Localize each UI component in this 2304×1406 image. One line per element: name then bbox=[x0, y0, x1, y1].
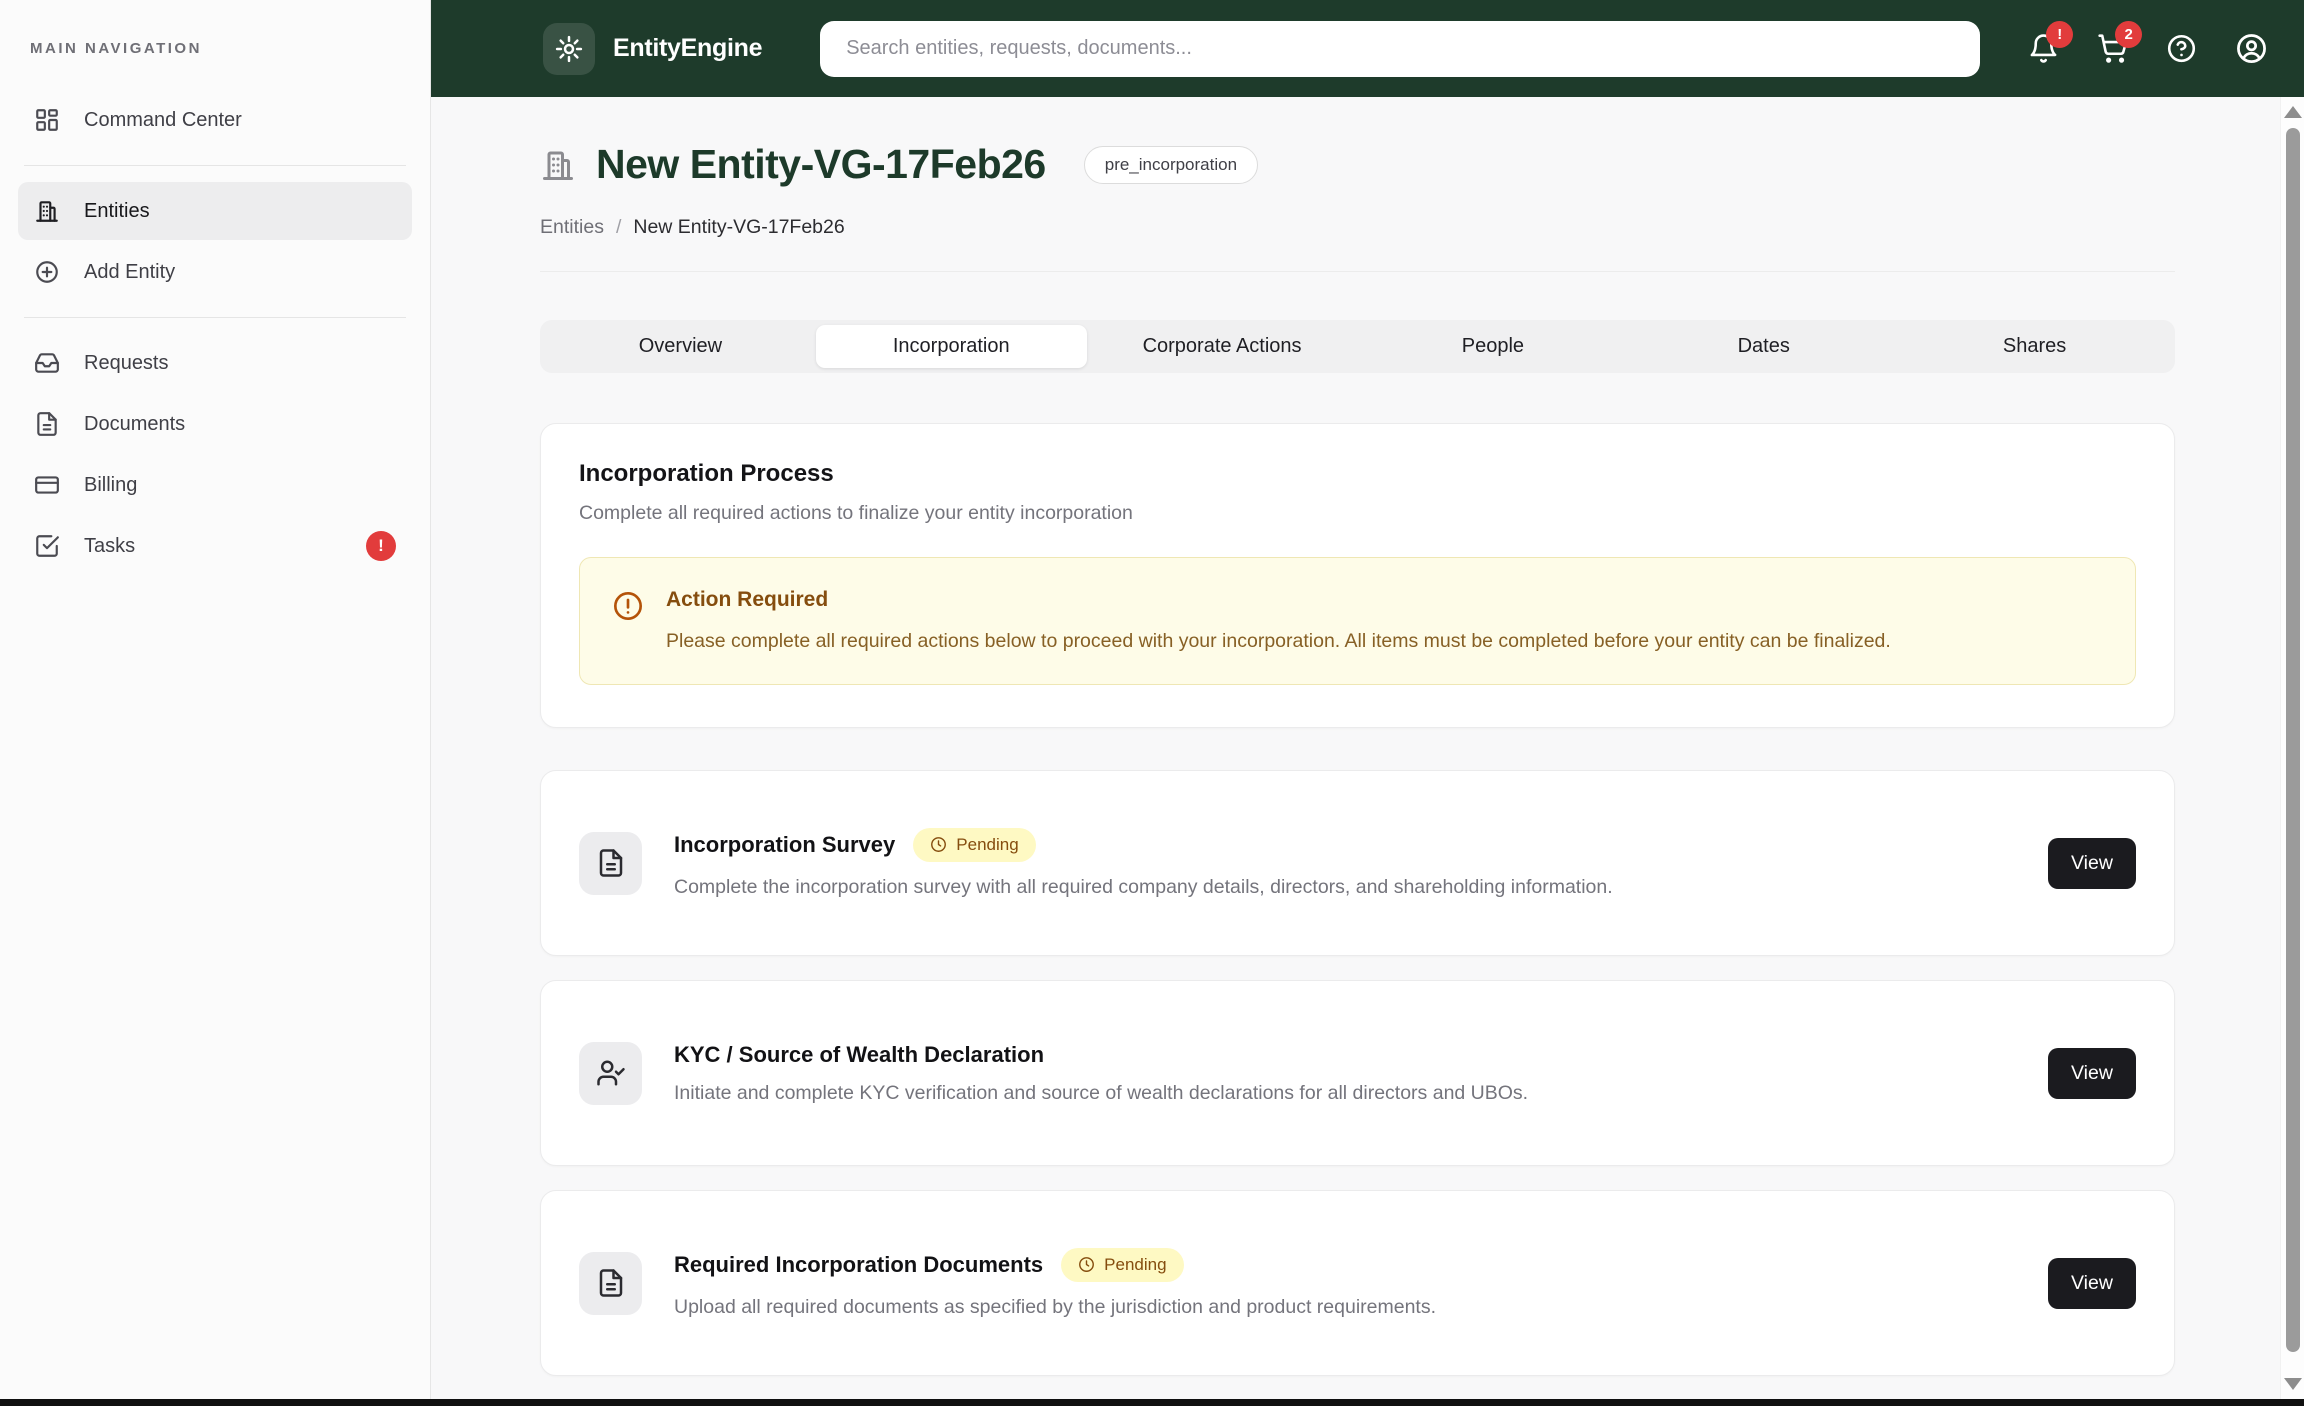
building-icon bbox=[34, 198, 60, 224]
view-kyc-button[interactable]: View bbox=[2048, 1047, 2136, 1099]
card-description: Complete the incorporation survey with a… bbox=[674, 875, 1613, 898]
required-documents-card: Required Incorporation Documents Pending… bbox=[540, 1190, 2175, 1377]
status-badge-label: Pending bbox=[1104, 1254, 1167, 1274]
sidebar-item-tasks[interactable]: Tasks ! bbox=[18, 517, 412, 575]
sidebar-item-label: Billing bbox=[84, 473, 138, 496]
entity-tabs: Overview Incorporation Corporate Actions… bbox=[540, 320, 2175, 373]
search-input[interactable] bbox=[820, 20, 1981, 77]
card-title: KYC / Source of Wealth Declaration bbox=[674, 1041, 1045, 1067]
action-required-alert: Action Required Please complete all requ… bbox=[579, 557, 2136, 686]
tab-incorporation[interactable]: Incorporation bbox=[815, 325, 1087, 368]
cart-icon[interactable]: 2 bbox=[2097, 21, 2143, 64]
scroll-up-button[interactable] bbox=[2283, 106, 2302, 118]
card-description: Initiate and complete KYC verification a… bbox=[674, 1081, 1529, 1104]
file-text-icon bbox=[579, 831, 642, 895]
tasks-alert-badge: ! bbox=[366, 531, 396, 561]
sidebar-item-add-entity[interactable]: Add Entity bbox=[18, 243, 412, 301]
app-logo[interactable]: EntityEngine bbox=[543, 22, 763, 75]
kyc-declaration-card: KYC / Source of Wealth Declaration Initi… bbox=[540, 980, 2175, 1167]
sidebar-item-documents[interactable]: Documents bbox=[18, 395, 412, 453]
sidebar-item-requests[interactable]: Requests bbox=[18, 334, 412, 392]
sidebar-divider bbox=[24, 165, 406, 166]
sidebar-item-label: Command Center bbox=[84, 108, 242, 131]
sidebar-item-label: Entities bbox=[84, 199, 150, 222]
tab-shares[interactable]: Shares bbox=[1899, 325, 2170, 368]
notifications-bell-icon[interactable]: ! bbox=[2028, 21, 2074, 64]
alert-message: Please complete all required actions bel… bbox=[666, 630, 1891, 652]
tab-people[interactable]: People bbox=[1357, 325, 1628, 368]
card-title: Incorporation Survey bbox=[674, 831, 896, 857]
clock-icon bbox=[930, 836, 947, 853]
card-title: Required Incorporation Documents bbox=[674, 1251, 1044, 1277]
card-text-block: KYC / Source of Wealth Declaration Initi… bbox=[674, 1042, 2016, 1105]
card-text-block: Required Incorporation Documents Pending… bbox=[674, 1247, 2016, 1319]
breadcrumb-separator: / bbox=[615, 216, 622, 238]
sidebar-section-label: MAIN NAVIGATION bbox=[30, 40, 202, 57]
breadcrumb: Entities / New Entity-VG-17Feb26 bbox=[540, 216, 2175, 239]
tab-corporate-actions[interactable]: Corporate Actions bbox=[1087, 325, 1358, 368]
gear-logo-icon bbox=[543, 22, 595, 75]
main-navigation: Command Center Entities Add Entity Reque… bbox=[0, 91, 430, 575]
card-description: Upload all required documents as specifi… bbox=[674, 1295, 1437, 1318]
incorporation-process-card: Incorporation Process Complete all requi… bbox=[540, 423, 2175, 729]
tab-overview[interactable]: Overview bbox=[545, 325, 816, 368]
entity-status-badge: pre_incorporation bbox=[1083, 145, 1259, 184]
sidebar-item-label: Documents bbox=[84, 412, 186, 435]
alert-title: Action Required bbox=[666, 588, 829, 611]
sidebar-item-command-center[interactable]: Command Center bbox=[18, 91, 412, 149]
status-badge-pending: Pending bbox=[913, 827, 1036, 862]
sidebar-item-label: Add Entity bbox=[84, 260, 176, 283]
top-header: EntityEngine ! 2 bbox=[431, 0, 2304, 97]
file-text-icon bbox=[579, 1251, 642, 1315]
check-square-icon bbox=[34, 533, 60, 559]
sidebar-item-label: Requests bbox=[84, 351, 169, 374]
incorporation-survey-card: Incorporation Survey Pending Complete th… bbox=[540, 770, 2175, 957]
card-text-block: Incorporation Survey Pending Complete th… bbox=[674, 827, 2016, 899]
inbox-icon bbox=[34, 350, 60, 376]
alert-text-block: Action Required Please complete all requ… bbox=[666, 588, 1891, 654]
vertical-scrollbar[interactable] bbox=[2280, 97, 2304, 1399]
dashboard-grid-icon bbox=[34, 107, 60, 133]
page-title-row: New Entity-VG-17Feb26 pre_incorporation bbox=[540, 141, 2175, 188]
status-badge-pending: Pending bbox=[1061, 1247, 1184, 1282]
sidebar-item-entities[interactable]: Entities bbox=[18, 182, 412, 240]
main-content: New Entity-VG-17Feb26 pre_incorporation … bbox=[431, 97, 2280, 1399]
header-divider bbox=[540, 271, 2175, 272]
sidebar-item-billing[interactable]: Billing bbox=[18, 456, 412, 514]
file-text-icon bbox=[34, 411, 60, 437]
status-badge-label: Pending bbox=[956, 834, 1019, 854]
header-icon-group: ! 2 bbox=[2028, 21, 2268, 65]
breadcrumb-entities-link[interactable]: Entities bbox=[540, 216, 604, 239]
page-title: New Entity-VG-17Feb26 bbox=[596, 141, 1046, 187]
sidebar-item-label: Tasks bbox=[84, 534, 136, 557]
entity-building-icon bbox=[540, 147, 576, 183]
user-check-icon bbox=[579, 1041, 642, 1105]
user-account-icon[interactable] bbox=[2235, 32, 2268, 65]
window-bottom-edge bbox=[0, 1399, 2304, 1406]
clock-icon bbox=[1078, 1256, 1095, 1273]
notifications-badge: ! bbox=[2046, 21, 2074, 48]
breadcrumb-current: New Entity-VG-17Feb26 bbox=[633, 216, 845, 238]
process-card-title: Incorporation Process bbox=[579, 460, 834, 487]
sidebar: MAIN NAVIGATION Command Center Entities … bbox=[0, 0, 431, 1399]
tab-dates[interactable]: Dates bbox=[1628, 325, 1899, 368]
scroll-down-button[interactable] bbox=[2283, 1378, 2302, 1390]
alert-circle-icon bbox=[612, 590, 644, 654]
process-card-subtitle: Complete all required actions to finaliz… bbox=[579, 502, 1133, 524]
credit-card-icon bbox=[34, 472, 60, 498]
view-survey-button[interactable]: View bbox=[2048, 837, 2136, 889]
help-icon[interactable] bbox=[2166, 33, 2197, 64]
cart-badge: 2 bbox=[2115, 21, 2143, 48]
plus-circle-icon bbox=[34, 259, 60, 285]
view-documents-button[interactable]: View bbox=[2048, 1257, 2136, 1309]
app-name: EntityEngine bbox=[613, 34, 763, 62]
scrollbar-thumb[interactable] bbox=[2286, 128, 2300, 1352]
sidebar-divider bbox=[24, 317, 406, 318]
